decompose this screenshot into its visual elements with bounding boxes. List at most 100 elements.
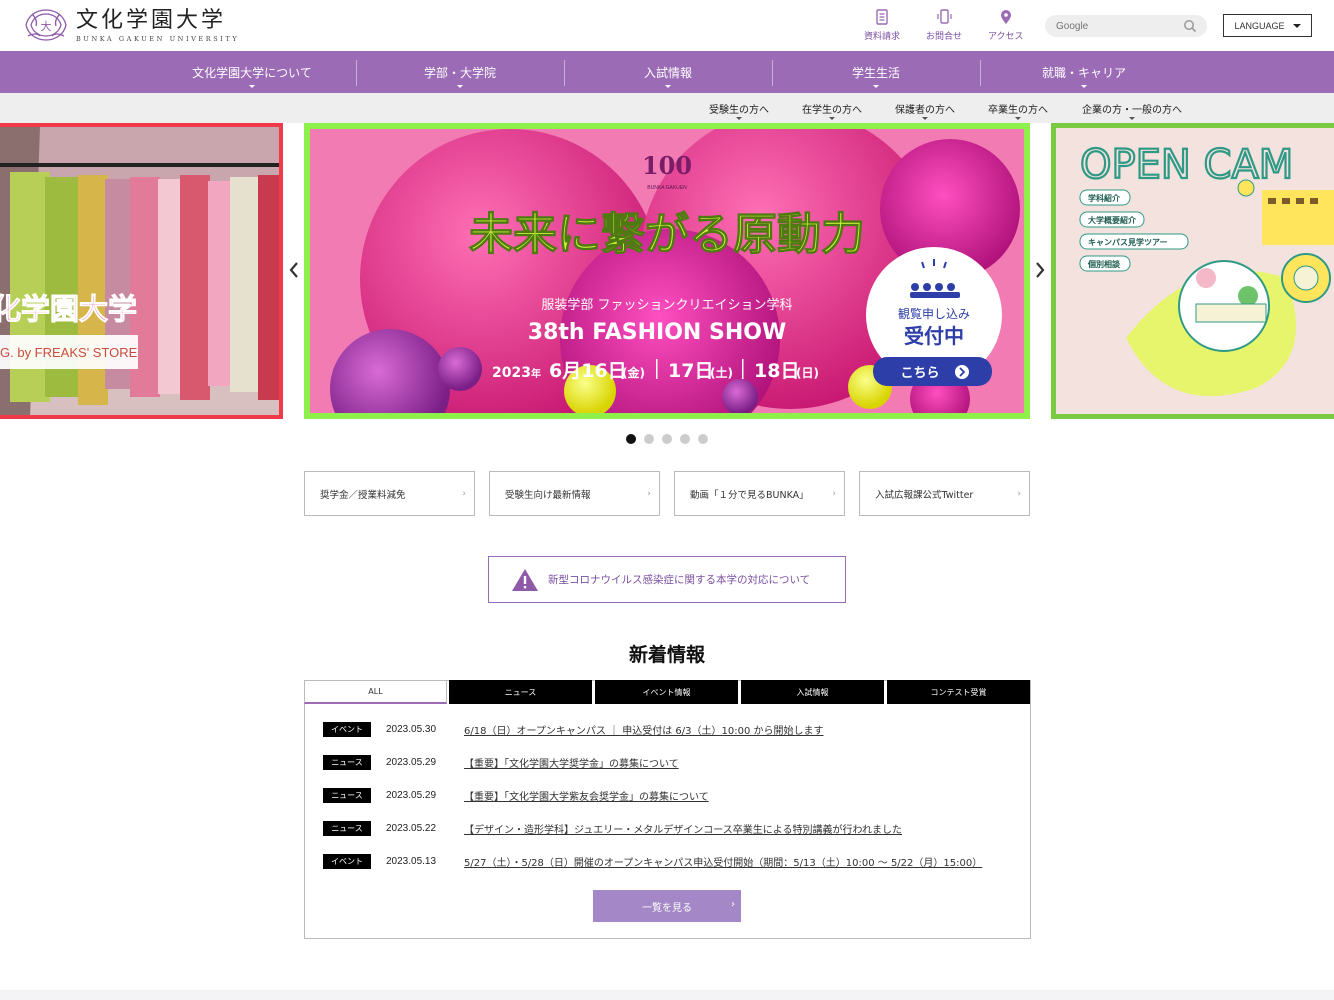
audience-navigation: 受験生の方へ 在学生の方へ 保護者の方へ 卒業生の方へ 企業の方・一般の方へ	[0, 93, 1334, 123]
centennial-logo: 100	[642, 151, 692, 180]
crest-icon: 大	[25, 9, 67, 41]
carousel-prev-arrow-icon[interactable]	[287, 260, 301, 280]
oc-item-4: 個別相談	[1087, 259, 1121, 269]
banner-dow-2: (土)	[710, 365, 733, 380]
banner-show-title: 38th FASHION SHOW	[528, 320, 786, 345]
university-logo[interactable]: 大 文化学園大学 BUNKA GAKUEN UNIVERSITY	[22, 6, 239, 44]
centennial-logo-sub: BUNKA GAKUEN	[647, 185, 687, 191]
tab-label: ALL	[368, 687, 383, 696]
news-date: 2023.05.29	[386, 789, 437, 801]
quicklink-applicant-news[interactable]: 受験生向け最新情報 ›	[489, 471, 660, 516]
nav-item-student-life[interactable]: 学生生活	[772, 51, 980, 93]
news-section-title: 新着情報	[628, 644, 705, 666]
caret-down-icon	[249, 85, 255, 88]
news-item: ニュース 2023.05.29 【重要】「文化学園大学紫友会奨学金」の募集につい…	[323, 787, 709, 803]
carousel-pagination	[626, 434, 708, 444]
banner-dow-3: (日)	[796, 366, 819, 380]
tab-label: ニュース	[504, 687, 537, 697]
nav-item-faculties[interactable]: 学部・大学院	[356, 51, 564, 93]
quicklink-video[interactable]: 動画「１分で見るBUNKA」 ›	[674, 471, 845, 516]
subnav-label: 卒業生の方へ	[988, 104, 1048, 116]
news-date: 2023.05.30	[386, 723, 437, 735]
news-title-link[interactable]: 【デザイン・造形学科】ジュエリー・メタルデザインコース卒業生による特別講義が行わ…	[464, 821, 902, 836]
category-badge: ニュース	[323, 754, 371, 770]
slide-left-title: 化学園大学	[0, 292, 137, 326]
view-all-news-button[interactable]: 一覧を見る ›	[593, 890, 741, 922]
tab-contest-awards[interactable]: コンテスト受賞	[887, 680, 1030, 704]
quicklink-twitter[interactable]: 入試広報課公式Twitter ›	[859, 471, 1030, 516]
carousel-slide-previous[interactable]: 化学園大学 G. by FREAKS' STORE	[0, 123, 283, 419]
subnav-alumni[interactable]: 卒業生の方へ	[988, 93, 1048, 123]
chevron-right-icon: ›	[1017, 489, 1021, 499]
caret-down-icon	[873, 85, 879, 88]
carousel-dot[interactable]	[698, 434, 708, 444]
news-title-link[interactable]: 【重要】「文化学園大学紫友会奨学金」の募集について	[464, 788, 709, 803]
access-label: アクセス	[988, 32, 1024, 42]
open-campus-banner: OPEN CAM 学科紹介 大学概要紹介 キャンパス見学ツアー 個別相談	[1056, 128, 1334, 414]
main-navigation: 文化学園大学について 学部・大学院 入試情報 学生生活 就職・キャリア	[0, 51, 1334, 93]
tab-admissions[interactable]: 入試情報	[741, 680, 884, 704]
subnav-companies[interactable]: 企業の方・一般の方へ	[1082, 93, 1182, 123]
caret-down-icon	[922, 117, 928, 120]
subnav-current-students[interactable]: 在学生の方へ	[802, 93, 862, 123]
news-title-link[interactable]: 5/27（土）・5/28（日）開催のオープンキャンパス申込受付開始（期間：5/1…	[464, 854, 982, 869]
carousel-dot[interactable]	[680, 434, 690, 444]
logo-japanese-text: 文化学園大学	[76, 7, 227, 33]
tab-label: コンテスト受賞	[930, 687, 987, 697]
search-icon[interactable]	[1183, 19, 1197, 33]
tab-news[interactable]: ニュース	[449, 680, 592, 704]
logo-english-text: BUNKA GAKUEN UNIVERSITY	[76, 34, 240, 43]
quicklink-label: 奨学金／授業料減免	[320, 489, 406, 501]
badge-cta-label: こちら	[900, 366, 939, 381]
quicklink-scholarship[interactable]: 奨学金／授業料減免 ›	[304, 471, 475, 516]
category-badge: イベント	[323, 721, 371, 737]
carousel-slide-fashion-show[interactable]: 100 BUNKA GAKUEN 未来に繋がる原動力 服装学部 ファッションクリ…	[304, 123, 1030, 419]
carousel-dot[interactable]	[662, 434, 672, 444]
news-title-link[interactable]: 6/18（日）オープンキャンパス ｜ 申込受付は 6/3（土）10:00 から開…	[464, 722, 823, 737]
nav-item-career[interactable]: 就職・キャリア	[980, 51, 1188, 93]
nav-item-about[interactable]: 文化学園大学について	[148, 51, 356, 93]
caret-down-icon	[1081, 85, 1087, 88]
search-input[interactable]	[1056, 20, 1176, 32]
chevron-right-icon: ›	[832, 489, 836, 499]
nav-label: 学生生活	[851, 65, 900, 80]
caret-down-icon	[1129, 117, 1135, 120]
banner-date-3: 18日	[754, 360, 799, 382]
news-item: イベント 2023.05.13 5/27（土）・5/28（日）開催のオープンキャ…	[323, 853, 982, 869]
oc-item-1: 学科紹介	[1088, 193, 1121, 203]
access-link[interactable]: アクセス	[988, 8, 1024, 42]
news-date: 2023.05.13	[386, 855, 437, 867]
carousel-next-arrow-icon[interactable]	[1033, 260, 1047, 280]
category-badge: イベント	[323, 853, 371, 869]
subnav-parents[interactable]: 保護者の方へ	[895, 93, 955, 123]
banner-department: 服装学部 ファッションクリエイション学科	[541, 297, 792, 313]
subnav-label: 在学生の方へ	[802, 104, 862, 116]
news-item: ニュース 2023.05.22 【デザイン・造形学科】ジュエリー・メタルデザイン…	[323, 820, 902, 836]
covid-notice-link[interactable]: 新型コロナウイルス感染症に関する本学の対応について	[488, 556, 846, 603]
nav-label: 就職・キャリア	[1041, 65, 1126, 80]
contact-link[interactable]: お問合せ	[926, 8, 962, 42]
carousel-dot[interactable]	[626, 434, 636, 444]
carousel-slide-open-campus[interactable]: OPEN CAM 学科紹介 大学概要紹介 キャンパス見学ツアー 個別相談	[1051, 123, 1334, 419]
subnav-label: 受験生の方へ	[709, 104, 769, 116]
language-dropdown[interactable]: LANGUAGE	[1223, 14, 1312, 37]
badge-line-2: 受付中	[904, 324, 964, 348]
tab-events[interactable]: イベント情報	[595, 680, 738, 704]
site-header: 大 文化学園大学 BUNKA GAKUEN UNIVERSITY 資料請求 お問…	[0, 0, 1334, 51]
chevron-right-icon: ›	[462, 489, 466, 499]
caret-down-icon	[829, 117, 835, 120]
carousel-dot[interactable]	[644, 434, 654, 444]
tab-all[interactable]: ALL	[304, 680, 447, 704]
caret-down-icon	[1292, 23, 1301, 28]
footer-top-strip	[0, 990, 1334, 1000]
news-date: 2023.05.22	[386, 822, 437, 834]
subnav-prospective-students[interactable]: 受験生の方へ	[709, 93, 769, 123]
banner-year-suffix: 年	[531, 367, 541, 380]
request-materials-link[interactable]: 資料請求	[864, 8, 900, 42]
svg-text:大: 大	[41, 19, 52, 33]
clothing-rack-image: 化学園大学 G. by FREAKS' STORE	[0, 127, 279, 415]
oc-item-3: キャンパス見学ツアー	[1088, 237, 1168, 247]
nav-item-admissions[interactable]: 入試情報	[564, 51, 772, 93]
badge-line-1: 観覧申し込み	[898, 307, 970, 321]
news-title-link[interactable]: 【重要】「文化学園大学奨学金」の募集について	[464, 755, 679, 770]
